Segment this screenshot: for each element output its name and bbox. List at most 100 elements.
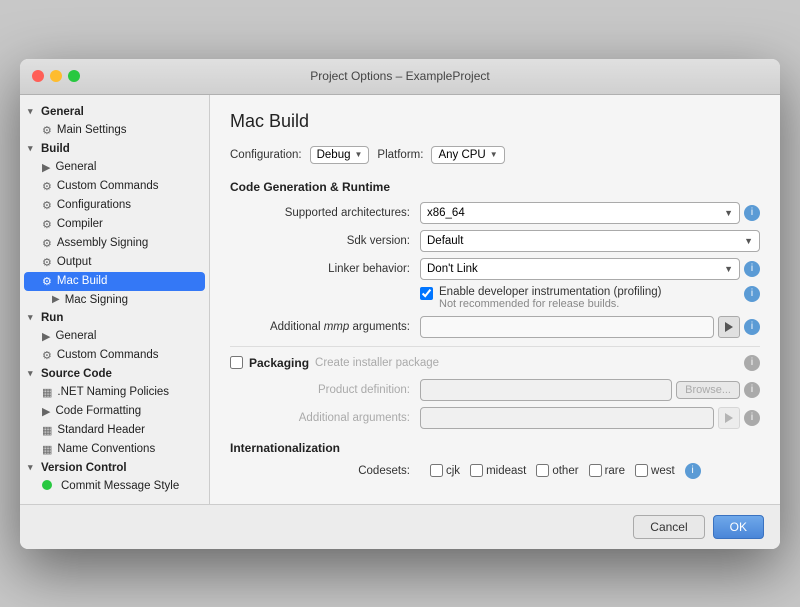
sidebar-item-output-label: Output — [57, 256, 92, 268]
pkg-additional-args-control: i — [420, 407, 760, 429]
sidebar-section-general[interactable]: ▾ General — [20, 103, 209, 121]
sidebar-item-output[interactable]: ⚙ Output — [20, 253, 209, 272]
codeset-mideast: mideast — [470, 464, 526, 477]
platform-dropdown[interactable]: Any CPU ▼ — [431, 146, 504, 164]
sidebar-item-custom-commands[interactable]: ⚙ Custom Commands — [20, 177, 209, 196]
linker-dropdown[interactable]: Don't Link ▼ — [420, 258, 740, 280]
sidebar-item-build-general[interactable]: ▶ General — [20, 158, 209, 177]
sidebar-section-build-label: Build — [41, 143, 70, 155]
sidebar-item-mac-build[interactable]: ⚙ Mac Build — [24, 272, 205, 291]
sidebar-section-version-control-label: Version Control — [41, 462, 127, 474]
sidebar-item-standard-header[interactable]: ▦ Standard Header — [20, 421, 209, 440]
codesets-info-button[interactable]: i — [685, 463, 701, 479]
sidebar-item-run-custom-commands[interactable]: ⚙ Custom Commands — [20, 346, 209, 365]
create-installer-checkbox[interactable] — [230, 356, 243, 369]
codeset-mideast-checkbox[interactable] — [470, 464, 483, 477]
product-def-input[interactable] — [420, 379, 672, 401]
architectures-dropdown[interactable]: x86_64 ▼ — [420, 202, 740, 224]
sdk-control: Default ▼ — [420, 230, 760, 252]
sidebar-section-build[interactable]: ▾ Build — [20, 140, 209, 158]
codeset-west-label: west — [651, 465, 675, 477]
architectures-control: x86_64 ▼ i — [420, 202, 760, 224]
config-bar: Configuration: Debug ▼ Platform: Any CPU… — [230, 146, 760, 164]
sidebar-section-version-control[interactable]: ▾ Version Control — [20, 459, 209, 477]
sidebar-item-run-general-label: General — [55, 330, 96, 342]
configuration-dropdown[interactable]: Debug ▼ — [310, 146, 370, 164]
packaging-section-label: Packaging — [249, 356, 309, 370]
sidebar-item-code-formatting-label: Code Formatting — [55, 405, 141, 417]
linker-control: Don't Link ▼ i — [420, 258, 760, 280]
codeset-rare: rare — [589, 464, 625, 477]
sidebar-item-mac-signing-label: Mac Signing — [65, 294, 128, 306]
pkg-additional-args-input[interactable] — [420, 407, 714, 429]
window-body: ▾ General ⚙ Main Settings ▾ Build ▶ Gene… — [20, 95, 780, 504]
pkg-additional-args-label: Additional arguments: — [230, 412, 420, 424]
pkg-run-button[interactable] — [718, 407, 740, 429]
packaging-header: Packaging Create installer package i — [230, 355, 760, 371]
cancel-button[interactable]: Cancel — [633, 515, 704, 539]
instrumentation-checkbox[interactable] — [420, 287, 433, 300]
codeset-west-checkbox[interactable] — [635, 464, 648, 477]
sidebar-item-assembly-signing[interactable]: ⚙ Assembly Signing — [20, 234, 209, 253]
pkg-args-info-button[interactable]: i — [744, 410, 760, 426]
sidebar-item-run-custom-commands-label: Custom Commands — [57, 349, 159, 361]
linker-label: Linker behavior: — [230, 263, 420, 275]
codeset-cjk-checkbox[interactable] — [430, 464, 443, 477]
codeset-rare-checkbox[interactable] — [589, 464, 602, 477]
sidebar-section-source-code[interactable]: ▾ Source Code — [20, 365, 209, 383]
sidebar-section-general-label: General — [41, 106, 84, 118]
codesets-control: cjk mideast other rare — [430, 463, 760, 479]
chevron-down-icon: ▼ — [490, 150, 498, 159]
linker-row: Linker behavior: Don't Link ▼ i — [230, 258, 760, 280]
linker-info-button[interactable]: i — [744, 261, 760, 277]
sidebar-section-run-label: Run — [41, 312, 63, 324]
sdk-row: Sdk version: Default ▼ — [230, 230, 760, 252]
browse-button[interactable]: Browse... — [676, 381, 740, 399]
sidebar-item-compiler[interactable]: ⚙ Compiler — [20, 215, 209, 234]
codeset-other-checkbox[interactable] — [536, 464, 549, 477]
sidebar-item-custom-commands-label: Custom Commands — [57, 180, 159, 192]
sidebar-item-commit-message-style-label: Commit Message Style — [61, 480, 179, 492]
sidebar-item-commit-message-style[interactable]: Commit Message Style — [20, 477, 209, 496]
sidebar-section-run[interactable]: ▾ Run — [20, 309, 209, 327]
maximize-button[interactable] — [68, 70, 80, 82]
close-button[interactable] — [32, 70, 44, 82]
sidebar-item-assembly-signing-label: Assembly Signing — [57, 237, 148, 249]
sidebar-item-configurations[interactable]: ⚙ Configurations — [20, 196, 209, 215]
sidebar-item-main-settings[interactable]: ⚙ Main Settings — [20, 121, 209, 140]
sidebar-item-run-general[interactable]: ▶ General — [20, 327, 209, 346]
sdk-label: Sdk version: — [230, 235, 420, 247]
product-def-row: Product definition: Browse... i — [230, 379, 760, 401]
triangle-icon: ▶ — [52, 294, 60, 305]
ok-button[interactable]: OK — [713, 515, 764, 539]
mmp-args-info-button[interactable]: i — [744, 319, 760, 335]
architectures-info-button[interactable]: i — [744, 205, 760, 221]
sidebar: ▾ General ⚙ Main Settings ▾ Build ▶ Gene… — [20, 95, 210, 504]
platform-value: Any CPU — [438, 149, 485, 161]
sidebar-item-mac-signing[interactable]: ▶ Mac Signing — [20, 291, 209, 309]
gear-icon: ⚙ — [42, 180, 52, 193]
collapse-arrow-source-code: ▾ — [28, 368, 38, 379]
sidebar-item-name-conventions[interactable]: ▦ Name Conventions — [20, 440, 209, 459]
sidebar-item-compiler-label: Compiler — [57, 218, 103, 230]
instrumentation-info-button[interactable]: i — [744, 286, 760, 302]
sidebar-item-code-formatting[interactable]: ▶ Code Formatting — [20, 402, 209, 421]
sdk-dropdown[interactable]: Default ▼ — [420, 230, 760, 252]
sidebar-item-main-settings-label: Main Settings — [57, 124, 127, 136]
codeset-west: west — [635, 464, 675, 477]
packaging-info-button[interactable]: i — [744, 355, 760, 371]
window-controls — [32, 70, 80, 82]
gear-icon: ⚙ — [42, 349, 52, 362]
mmp-args-run-button[interactable] — [718, 316, 740, 338]
sidebar-item-naming-policies[interactable]: ▦ .NET Naming Policies — [20, 383, 209, 402]
minimize-button[interactable] — [50, 70, 62, 82]
gear-icon: ⚙ — [42, 256, 52, 269]
collapse-arrow-general: ▾ — [28, 106, 38, 117]
product-def-info-button[interactable]: i — [744, 382, 760, 398]
grid-icon: ▦ — [42, 386, 52, 399]
sidebar-item-name-conventions-label: Name Conventions — [57, 443, 155, 455]
product-def-control: Browse... i — [420, 379, 760, 401]
architectures-value: x86_64 — [427, 207, 465, 219]
sdk-value: Default — [427, 235, 463, 247]
mmp-args-input[interactable] — [420, 316, 714, 338]
